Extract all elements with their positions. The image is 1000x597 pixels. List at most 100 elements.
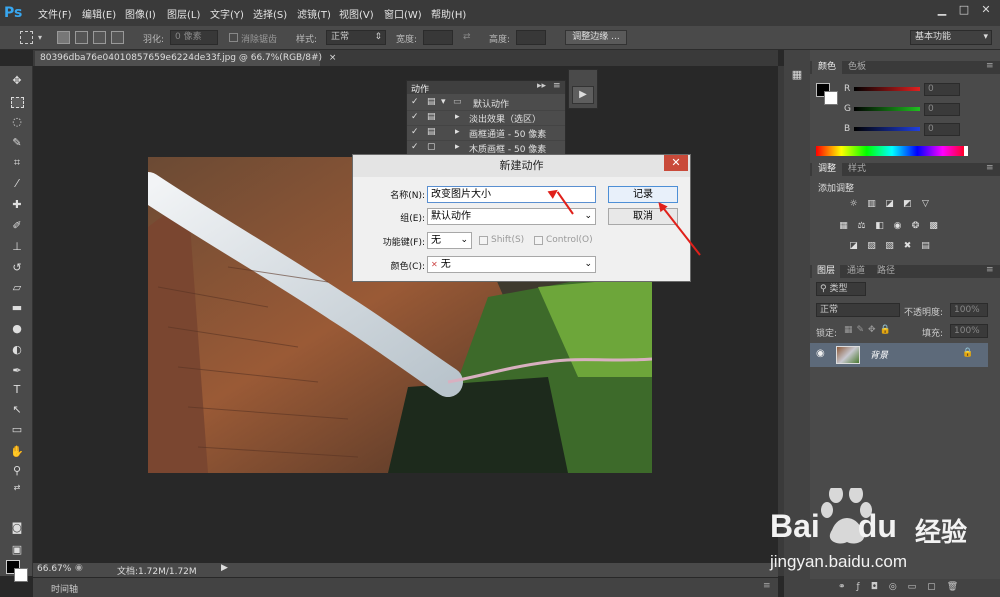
tab-paths[interactable]: 路径 <box>872 265 900 278</box>
refine-edge-button[interactable]: 调整边缘 ... <box>565 30 627 45</box>
tab-swatches[interactable]: 色板 <box>842 61 872 74</box>
dialog-close-button[interactable]: ✕ <box>664 155 688 171</box>
expand-right-icon[interactable]: ▸ <box>455 127 460 137</box>
expand-down-icon[interactable]: ▾ <box>441 97 446 107</box>
color-balance-icon[interactable]: ⚖ <box>856 221 867 232</box>
collapse-icon[interactable]: ▸▸ <box>537 81 546 91</box>
cancel-button[interactable]: 取消 <box>608 208 678 225</box>
history-brush-tool-icon[interactable]: ↺ <box>9 260 25 276</box>
lasso-tool-icon[interactable]: ◌ <box>9 114 25 130</box>
panel-menu-icon[interactable]: ≡ <box>553 81 561 91</box>
photo-filter-icon[interactable]: ◉ <box>892 221 903 232</box>
tab-color[interactable]: 颜色 <box>812 61 842 74</box>
feather-input[interactable]: 0 像素 <box>170 30 218 45</box>
channel-r-input[interactable]: 0 <box>924 83 960 96</box>
pen-tool-icon[interactable]: ✒ <box>9 363 25 379</box>
add-selection-icon[interactable] <box>75 31 88 44</box>
maximize-icon[interactable]: □ <box>954 2 974 18</box>
swap-colors-icon[interactable]: ⇄ <box>9 480 25 496</box>
shape-tool-icon[interactable]: ▭ <box>9 422 25 438</box>
actions-tab[interactable]: 动作 <box>411 82 429 95</box>
tab-adjustments[interactable]: 调整 <box>812 163 842 176</box>
brightness-icon[interactable]: ☼ <box>848 199 859 210</box>
path-select-tool-icon[interactable]: ↖ <box>9 402 25 418</box>
eye-icon[interactable]: ◉ <box>816 348 825 359</box>
fill-input[interactable]: 100% <box>950 324 988 338</box>
check-icon[interactable]: ✓ <box>411 97 419 107</box>
dialog-toggle-icon[interactable]: ▤ <box>427 112 436 122</box>
height-input[interactable] <box>516 30 546 45</box>
brush-tool-icon[interactable]: ✐ <box>9 218 25 234</box>
record-button[interactable]: 记录 <box>608 186 678 203</box>
dialog-toggle-icon[interactable]: ▤ <box>427 97 436 107</box>
style-select[interactable]: 正常 ⇕ <box>326 30 386 45</box>
rect-marquee-tool-icon[interactable] <box>11 97 24 108</box>
name-input[interactable]: 改变图片大小 <box>427 186 596 203</box>
check-icon[interactable]: ✓ <box>411 112 419 122</box>
move-tool-icon[interactable]: ✥ <box>9 73 25 89</box>
color-spectrum[interactable] <box>816 146 968 156</box>
control-checkbox[interactable] <box>534 236 543 245</box>
list-item[interactable]: ✓ ▤ ▸ 画框通道 - 50 像素 <box>407 126 565 141</box>
lock-options-icon[interactable]: ▦✎✥🔒 <box>844 325 895 335</box>
background-color-swatch[interactable] <box>824 91 838 105</box>
subtract-selection-icon[interactable] <box>93 31 106 44</box>
curves-icon[interactable]: ◪ <box>884 199 895 210</box>
antialias-checkbox[interactable] <box>229 33 238 42</box>
function-key-select[interactable]: 无 ⌄ <box>427 232 472 249</box>
menu-type[interactable]: 文字(Y) <box>210 6 244 21</box>
channel-b-slider[interactable] <box>854 127 920 131</box>
color-select[interactable]: ✕ 无 ⌄ <box>427 256 596 273</box>
zoom-level[interactable]: 66.67% <box>37 564 71 574</box>
stamp-tool-icon[interactable]: ⊥ <box>9 239 25 255</box>
panel-menu-icon[interactable]: ≡ <box>986 265 994 275</box>
type-tool-icon[interactable]: T <box>9 382 25 398</box>
expand-right-icon[interactable]: ▸ <box>455 112 460 122</box>
gradient-map-icon[interactable]: ▤ <box>920 241 931 252</box>
eyedropper-tool-icon[interactable]: ⁄ <box>9 176 25 192</box>
tab-channels[interactable]: 通道 <box>842 265 870 278</box>
hue-saturation-icon[interactable]: ▦ <box>838 221 849 232</box>
close-icon[interactable]: ✕ <box>976 2 996 18</box>
layer-row[interactable]: ◉ 背景 🔒 <box>810 343 988 367</box>
list-item[interactable]: ✓ ▤ ▸ 淡出效果（选区） <box>407 111 565 126</box>
exposure-icon[interactable]: ◩ <box>902 199 913 210</box>
channel-mixer-icon[interactable]: ❂ <box>910 221 921 232</box>
play-icon[interactable]: ▶ <box>572 86 594 104</box>
panel-menu-icon[interactable]: ≡ <box>986 163 994 173</box>
gradient-tool-icon[interactable]: ▬ <box>9 300 25 316</box>
channel-g-slider[interactable] <box>854 107 920 111</box>
posterize-icon[interactable]: ▨ <box>866 241 877 252</box>
history-panel-icon[interactable]: ▦ <box>789 68 805 84</box>
channel-b-input[interactable]: 0 <box>924 123 960 136</box>
dodge-tool-icon[interactable]: ◐ <box>9 342 25 358</box>
layer-name[interactable]: 背景 <box>870 348 888 361</box>
black-white-icon[interactable]: ◧ <box>874 221 885 232</box>
blend-mode-select[interactable]: 正常 <box>816 303 900 317</box>
screen-mode-icon[interactable]: ▣ <box>9 542 25 558</box>
tab-layers[interactable]: 图层 <box>812 265 840 278</box>
panel-menu-icon[interactable]: ≡ <box>986 61 994 71</box>
status-menu-icon[interactable]: ▶ <box>221 563 228 573</box>
menu-view[interactable]: 视图(V) <box>339 6 374 21</box>
status-info-icon[interactable]: ◉ <box>75 563 83 573</box>
quick-select-tool-icon[interactable]: ✎ <box>9 135 25 151</box>
check-icon[interactable]: ✓ <box>411 127 419 137</box>
vibrance-icon[interactable]: ▽ <box>920 199 931 210</box>
check-icon[interactable]: ✓ <box>411 142 419 152</box>
crop-tool-icon[interactable]: ⌗ <box>9 155 25 171</box>
intersect-selection-icon[interactable] <box>111 31 124 44</box>
new-selection-icon[interactable] <box>57 31 70 44</box>
timeline-tab[interactable]: 时间轴 <box>51 582 78 595</box>
menu-help[interactable]: 帮助(H) <box>431 6 466 21</box>
threshold-icon[interactable]: ▧ <box>884 241 895 252</box>
channel-r-slider[interactable] <box>854 87 920 91</box>
workspace-select[interactable]: 基本功能 ▾ <box>910 30 992 45</box>
expand-right-icon[interactable]: ▸ <box>455 142 460 152</box>
zoom-tool-icon[interactable]: ⚲ <box>9 463 25 479</box>
menu-image[interactable]: 图像(I) <box>125 6 156 21</box>
menu-select[interactable]: 选择(S) <box>253 6 287 21</box>
width-input[interactable] <box>423 30 453 45</box>
opacity-input[interactable]: 100% <box>950 303 988 317</box>
blur-tool-icon[interactable]: ● <box>9 321 25 337</box>
